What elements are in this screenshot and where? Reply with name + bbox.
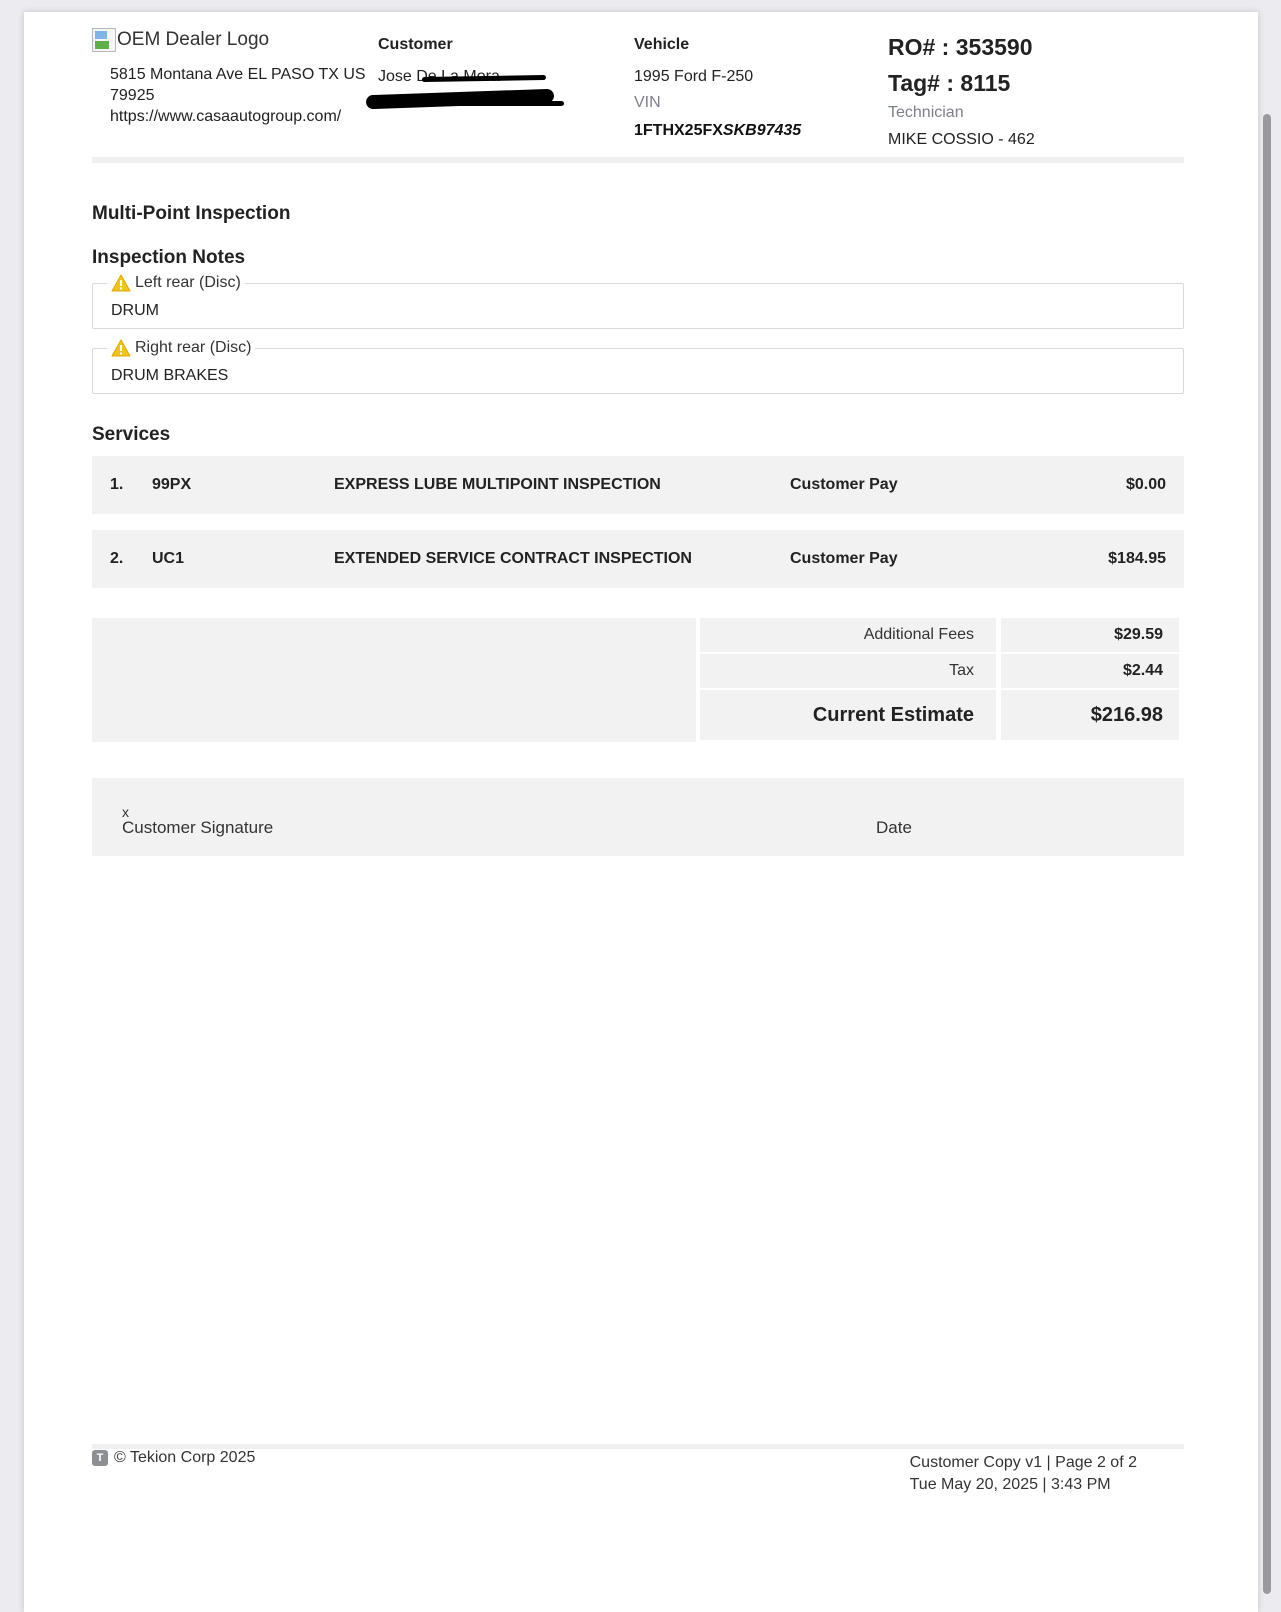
signature-block [92, 778, 1184, 856]
warning-icon [111, 339, 131, 357]
service-number: 2. [110, 550, 124, 567]
vehicle-description: 1995 Ford F-250 [634, 68, 754, 85]
customer-signature-label: Customer Signature [122, 818, 274, 837]
footer-divider [92, 1444, 1184, 1449]
dealer-url: https://www.casaautogroup.com/ [110, 108, 342, 125]
redaction-mark [421, 74, 547, 83]
vin-label: VIN [634, 94, 661, 111]
repair-order-number: RO# : 353590 [888, 34, 1033, 60]
document-page: OEM Dealer Logo 5815 Montana Ave EL PASO… [24, 12, 1258, 1612]
inspection-note: Left rear (Disc) DRUM [92, 274, 1184, 329]
note-legend: Left rear (Disc) [107, 274, 245, 292]
redaction-mark [396, 101, 564, 106]
dealer-logo: OEM Dealer Logo [92, 28, 269, 52]
service-pay-type: Customer Pay [790, 476, 898, 493]
dealer-address: 5815 Montana Ave EL PASO TX US 79925 [110, 66, 366, 104]
vehicle-label: Vehicle [634, 36, 690, 53]
copy-page-info: Customer Copy v1 | Page 2 of 2 [909, 1454, 1137, 1471]
technician-name: MIKE COSSIO - 462 [888, 131, 1035, 148]
logo-alt-text: OEM Dealer Logo [117, 29, 270, 50]
note-legend: Right rear (Disc) [107, 339, 256, 357]
inspection-notes-title: Inspection Notes [92, 247, 246, 268]
tax-label: Tax [700, 654, 996, 688]
tekion-logo-icon: T [92, 1450, 108, 1466]
note-label: Left rear (Disc) [135, 274, 241, 291]
vin-value: 1FTHX25FXSKB97435 [634, 122, 801, 140]
service-description: EXTENDED SERVICE CONTRACT INSPECTION [334, 550, 692, 567]
vin-suffix: SKB97435 [722, 122, 802, 139]
note-label: Right rear (Disc) [135, 339, 252, 356]
service-description: EXPRESS LUBE MULTIPOINT INSPECTION [334, 476, 661, 493]
service-amount: $184.95 [1108, 550, 1166, 567]
print-datetime: Tue May 20, 2025 | 3:43 PM [909, 1476, 1111, 1493]
additional-fees-amount: $29.59 [1001, 618, 1179, 652]
totals-spacer [92, 618, 696, 742]
service-code: 99PX [152, 476, 192, 493]
signature-date-label: Date [876, 818, 912, 837]
service-number: 1. [110, 476, 124, 493]
dealer-address-block: 5815 Montana Ave EL PASO TX US 79925 htt… [110, 64, 370, 127]
services-title: Services [92, 424, 171, 445]
tag-number: Tag# : 8115 [888, 70, 1011, 96]
service-pay-type: Customer Pay [790, 550, 898, 567]
note-value: DRUM [111, 302, 159, 319]
mpi-title: Multi-Point Inspection [92, 203, 291, 224]
service-row: 1. 99PX EXPRESS LUBE MULTIPOINT INSPECTI… [92, 456, 1184, 514]
current-estimate-label: Current Estimate [700, 690, 996, 740]
header-divider [92, 157, 1184, 163]
broken-image-icon [92, 28, 116, 52]
vertical-scrollbar[interactable] [1263, 114, 1271, 1594]
redaction-mark [365, 88, 555, 110]
technician-label: Technician [888, 104, 964, 121]
tax-amount: $2.44 [1001, 654, 1179, 688]
customer-label: Customer [378, 36, 453, 53]
footer-info: Customer Copy v1 | Page 2 of 2 Tue May 2… [910, 1452, 1137, 1496]
warning-icon [111, 274, 131, 292]
service-amount: $0.00 [1125, 476, 1166, 493]
copyright: © Tekion Corp 2025 [114, 1449, 256, 1466]
current-estimate-amount: $216.98 [1001, 690, 1179, 740]
service-row: 2. UC1 EXTENDED SERVICE CONTRACT INSPECT… [92, 530, 1184, 588]
inspection-note: Right rear (Disc) DRUM BRAKES [92, 339, 1184, 394]
note-value: DRUM BRAKES [111, 367, 229, 384]
vin-prefix: 1FTHX25FX [634, 122, 723, 139]
additional-fees-label: Additional Fees [700, 618, 996, 652]
footer-brand: T © Tekion Corp 2025 [92, 1449, 255, 1467]
service-code: UC1 [152, 550, 185, 567]
